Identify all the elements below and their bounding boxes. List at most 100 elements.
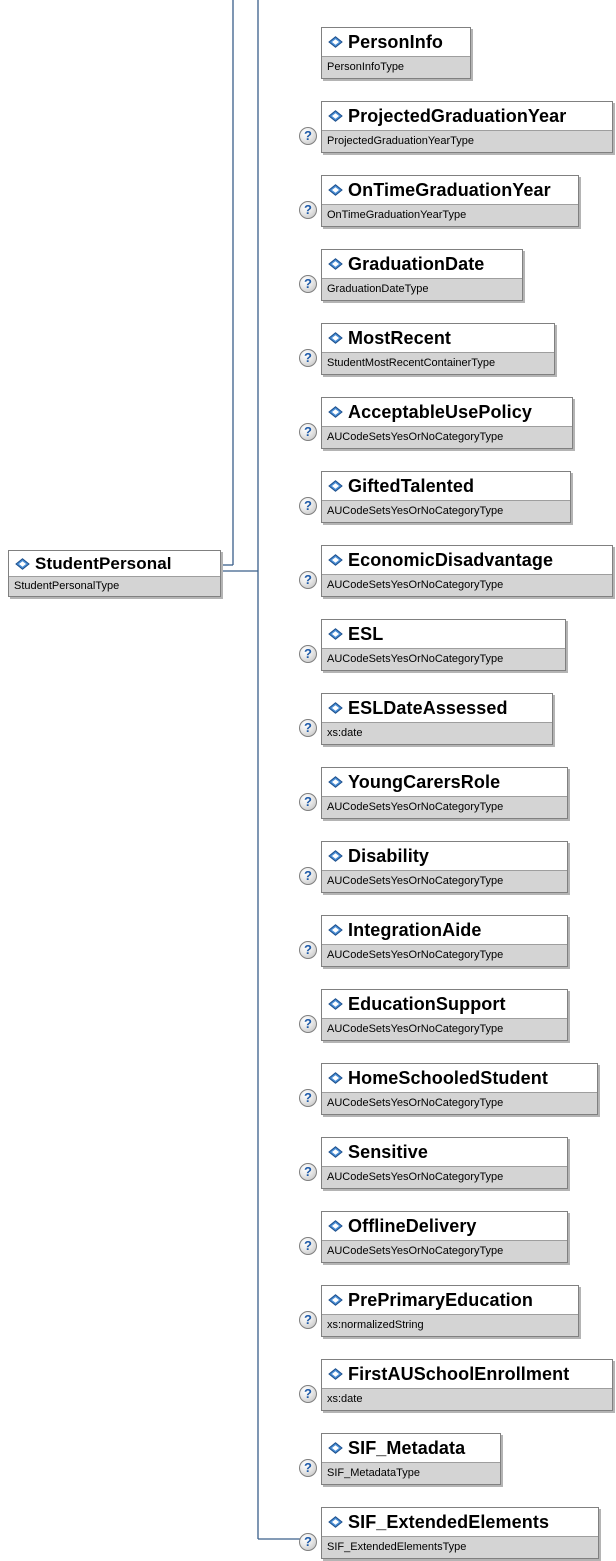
element-type: xs:date	[322, 722, 552, 744]
root-element-type: StudentPersonalType	[9, 576, 220, 596]
element-type: AUCodeSetsYesOrNoCategoryType	[322, 944, 567, 966]
element-header: YoungCarersRole	[322, 768, 567, 796]
element-icon	[328, 1516, 343, 1528]
element-icon	[328, 36, 343, 48]
help-icon[interactable]: ?	[299, 793, 317, 811]
element-type: AUCodeSetsYesOrNoCategoryType	[322, 574, 612, 596]
element-box[interactable]: GiftedTalented AUCodeSetsYesOrNoCategoryT…	[321, 471, 571, 523]
element-box[interactable]: OnTimeGraduationYear OnTimeGraduationYear…	[321, 175, 579, 227]
element-icon	[328, 480, 343, 492]
help-icon[interactable]: ?	[299, 941, 317, 959]
element-box[interactable]: MostRecent StudentMostRecentContainerType	[321, 323, 555, 375]
element-name: ESLDateAssessed	[348, 697, 508, 718]
element-header: GiftedTalented	[322, 472, 570, 500]
element-header: OnTimeGraduationYear	[322, 176, 578, 204]
element-icon	[328, 1294, 343, 1306]
element-name: IntegrationAide	[348, 919, 482, 940]
element-name: Disability	[348, 845, 430, 866]
element-box[interactable]: EconomicDisadvantage AUCodeSetsYesOrNoCat…	[321, 545, 613, 597]
element-box[interactable]: YoungCarersRole AUCodeSetsYesOrNoCategory…	[321, 767, 568, 819]
element-box[interactable]: AcceptableUsePolicy AUCodeSetsYesOrNoCate…	[321, 397, 573, 449]
help-icon[interactable]: ?	[299, 201, 317, 219]
element-header: AcceptableUsePolicy	[322, 398, 572, 426]
element-header: MostRecent	[322, 324, 554, 352]
element-icon	[328, 850, 343, 862]
element-header: ESLDateAssessed	[322, 694, 552, 722]
element-name: FirstAUSchoolEnrollment	[348, 1363, 570, 1384]
element-name: SIF_ExtendedElements	[348, 1511, 550, 1532]
help-icon[interactable]: ?	[299, 1311, 317, 1329]
element-box[interactable]: GraduationDate GraduationDateType	[321, 249, 523, 301]
help-icon[interactable]: ?	[299, 645, 317, 663]
element-box[interactable]: SIF_Metadata SIF_MetadataType	[321, 1433, 501, 1485]
element-name: ESL	[348, 623, 384, 644]
element-box[interactable]: FirstAUSchoolEnrollment xs:date	[321, 1359, 613, 1411]
element-name: HomeSchooledStudent	[348, 1067, 548, 1088]
element-box[interactable]: EducationSupport AUCodeSetsYesOrNoCategor…	[321, 989, 568, 1041]
element-icon	[15, 558, 30, 570]
help-icon[interactable]: ?	[299, 1163, 317, 1181]
element-box[interactable]: Disability AUCodeSetsYesOrNoCategoryType	[321, 841, 568, 893]
element-icon	[328, 1442, 343, 1454]
element-name: AcceptableUsePolicy	[348, 401, 532, 422]
help-icon[interactable]: ?	[299, 1385, 317, 1403]
element-type: SIF_ExtendedElementsType	[322, 1536, 598, 1558]
element-name: PrePrimaryEducation	[348, 1289, 533, 1310]
element-header: EducationSupport	[322, 990, 567, 1018]
element-icon	[328, 702, 343, 714]
element-header: HomeSchooledStudent	[322, 1064, 597, 1092]
element-header: OfflineDelivery	[322, 1212, 567, 1240]
element-type: AUCodeSetsYesOrNoCategoryType	[322, 1166, 567, 1188]
element-header: PersonInfo	[322, 28, 470, 56]
element-name: GraduationDate	[348, 253, 485, 274]
element-header: PrePrimaryEducation	[322, 1286, 578, 1314]
element-box[interactable]: Sensitive AUCodeSetsYesOrNoCategoryType	[321, 1137, 568, 1189]
element-box[interactable]: PrePrimaryEducation xs:normalizedString	[321, 1285, 579, 1337]
element-type: AUCodeSetsYesOrNoCategoryType	[322, 1240, 567, 1262]
element-icon	[328, 258, 343, 270]
help-icon[interactable]: ?	[299, 867, 317, 885]
element-icon	[328, 628, 343, 640]
element-type: ProjectedGraduationYearType	[322, 130, 612, 152]
element-box[interactable]: PersonInfo PersonInfoType	[321, 27, 471, 79]
element-box[interactable]: HomeSchooledStudent AUCodeSetsYesOrNoCate…	[321, 1063, 598, 1115]
element-header: IntegrationAide	[322, 916, 567, 944]
help-icon[interactable]: ?	[299, 571, 317, 589]
help-icon[interactable]: ?	[299, 1533, 317, 1551]
element-box[interactable]: ESLDateAssessed xs:date	[321, 693, 553, 745]
element-box[interactable]: IntegrationAide AUCodeSetsYesOrNoCategory…	[321, 915, 568, 967]
help-icon[interactable]: ?	[299, 349, 317, 367]
help-icon[interactable]: ?	[299, 1459, 317, 1477]
element-type: AUCodeSetsYesOrNoCategoryType	[322, 1018, 567, 1040]
element-icon	[328, 1368, 343, 1380]
element-box[interactable]: ESL AUCodeSetsYesOrNoCategoryType	[321, 619, 566, 671]
help-icon[interactable]: ?	[299, 1237, 317, 1255]
root-element-box[interactable]: StudentPersonal StudentPersonalType	[8, 550, 221, 597]
help-icon[interactable]: ?	[299, 423, 317, 441]
element-header: ESL	[322, 620, 565, 648]
element-type: GraduationDateType	[322, 278, 522, 300]
help-icon[interactable]: ?	[299, 497, 317, 515]
element-icon	[328, 1220, 343, 1232]
element-box[interactable]: SIF_ExtendedElements SIF_ExtendedElements…	[321, 1507, 599, 1559]
element-box[interactable]: OfflineDelivery AUCodeSetsYesOrNoCategory…	[321, 1211, 568, 1263]
element-name: GiftedTalented	[348, 475, 475, 496]
element-name: Sensitive	[348, 1141, 428, 1162]
element-icon	[328, 1146, 343, 1158]
help-icon[interactable]: ?	[299, 719, 317, 737]
element-name: SIF_Metadata	[348, 1437, 466, 1458]
root-element-header: StudentPersonal	[9, 551, 220, 577]
element-icon	[328, 332, 343, 344]
element-type: AUCodeSetsYesOrNoCategoryType	[322, 500, 570, 522]
help-icon[interactable]: ?	[299, 275, 317, 293]
help-icon[interactable]: ?	[299, 127, 317, 145]
element-icon	[328, 110, 343, 122]
element-header: SIF_Metadata	[322, 1434, 500, 1462]
element-box[interactable]: ProjectedGraduationYear ProjectedGraduati…	[321, 101, 613, 153]
root-element-name: StudentPersonal	[35, 554, 172, 573]
help-icon[interactable]: ?	[299, 1089, 317, 1107]
element-type: AUCodeSetsYesOrNoCategoryType	[322, 648, 565, 670]
element-header: Disability	[322, 842, 567, 870]
help-icon[interactable]: ?	[299, 1015, 317, 1033]
element-header: FirstAUSchoolEnrollment	[322, 1360, 612, 1388]
